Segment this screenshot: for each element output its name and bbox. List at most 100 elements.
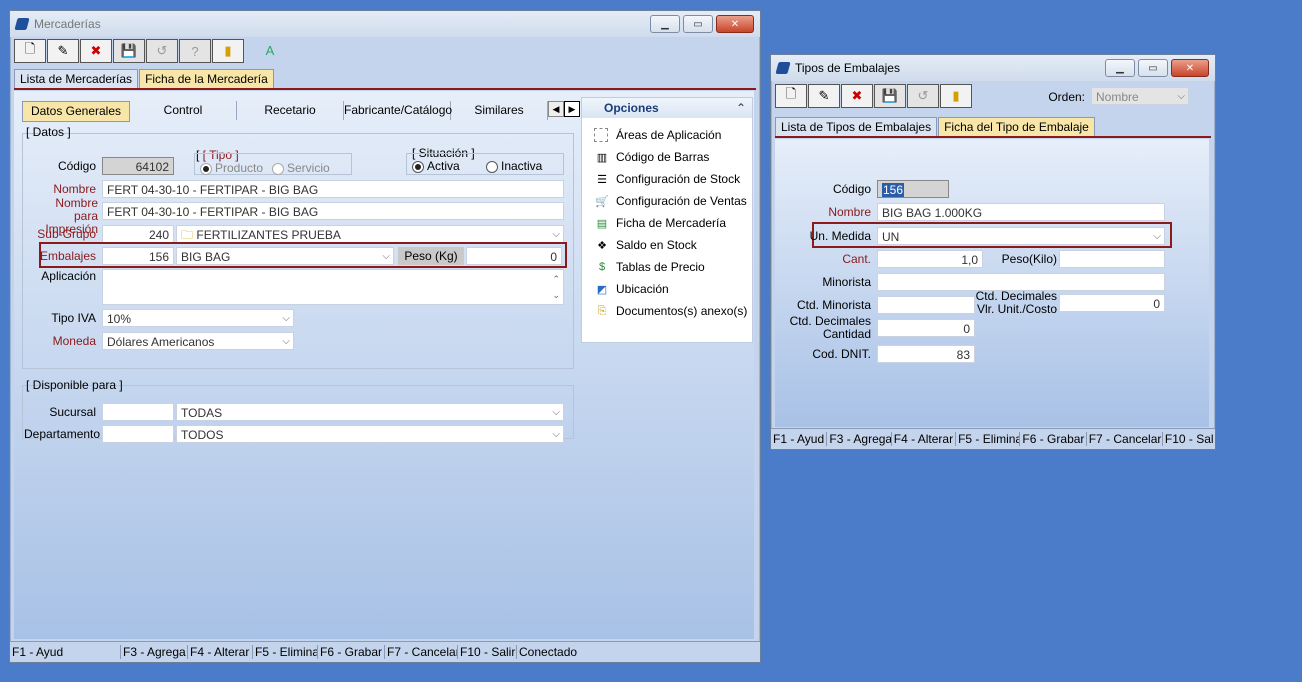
delete-icon[interactable]: ✖ bbox=[80, 39, 112, 63]
edit-document-icon[interactable]: ✎ bbox=[47, 39, 79, 63]
opcion-label: Ficha de Mercadería bbox=[616, 216, 727, 230]
aplicacion-textarea[interactable]: ⌃ ⌄ bbox=[102, 269, 564, 305]
embalajes-select[interactable]: BIG BAG ⌵ bbox=[176, 247, 394, 265]
situacion-activa-radio[interactable]: Activa bbox=[412, 159, 460, 173]
new-document-icon[interactable]: 🗋 bbox=[775, 84, 807, 108]
status-f6[interactable]: F6 - Grabar bbox=[1020, 432, 1087, 446]
status-f5[interactable]: F5 - Elimina bbox=[253, 645, 318, 659]
subgrupo-code-field[interactable]: 240 bbox=[102, 225, 174, 243]
tab-lista-tipos-embalajes[interactable]: Lista de Tipos de Embalajes bbox=[775, 117, 938, 138]
chevron-down-icon: ⌵ bbox=[282, 313, 290, 324]
save-icon[interactable]: 💾 bbox=[113, 39, 145, 63]
peso-kilo-field[interactable] bbox=[1059, 250, 1165, 268]
opcion-codigo-barras[interactable]: ▥ Código de Barras bbox=[582, 146, 752, 168]
tipo-iva-select[interactable]: 10% ⌵ bbox=[102, 309, 294, 327]
opcion-tablas-precio[interactable]: $ Tablas de Precio bbox=[582, 256, 752, 278]
undo-icon[interactable]: ↺ bbox=[907, 84, 939, 108]
status-f3[interactable]: F3 - Agrega bbox=[827, 432, 892, 446]
status-f10[interactable]: F10 - Sal bbox=[1163, 432, 1215, 446]
window-title: Tipos de Embalajes bbox=[795, 61, 900, 75]
status-f1[interactable]: F1 - Ayud bbox=[771, 432, 828, 446]
scroll-left-icon[interactable]: ◀ bbox=[548, 101, 564, 117]
ctd-decimales-vlr-field[interactable]: 0 bbox=[1059, 294, 1165, 312]
exit-door-icon[interactable]: ▮ bbox=[940, 84, 972, 108]
tab-datos-generales[interactable]: Datos Generales bbox=[22, 101, 130, 122]
embalajes-code-field[interactable]: 156 bbox=[102, 247, 174, 265]
nombre-field[interactable]: BIG BAG 1.000KG bbox=[877, 203, 1165, 221]
window-titlebar[interactable]: Mercaderías ▁ ▭ ✕ bbox=[10, 11, 760, 37]
collapse-icon[interactable]: ⌃ bbox=[736, 98, 746, 118]
status-f1[interactable]: F1 - Ayud bbox=[10, 645, 121, 659]
moneda-select[interactable]: Dólares Americanos ⌵ bbox=[102, 332, 294, 350]
status-f3[interactable]: F3 - Agrega bbox=[121, 645, 188, 659]
situacion-inactiva-radio[interactable]: Inactiva bbox=[486, 159, 542, 173]
tab-recetario[interactable]: Recetario bbox=[237, 101, 344, 120]
toolbar: 🗋 ✎ ✖ 💾 ↺ ▮ bbox=[775, 84, 972, 108]
opcion-areas-aplicacion[interactable]: Áreas de Aplicación bbox=[582, 124, 752, 146]
delete-icon[interactable]: ✖ bbox=[841, 84, 873, 108]
situacion-activa-label: Activa bbox=[427, 159, 460, 173]
codigo-field[interactable]: 156 bbox=[877, 180, 949, 198]
ctd-minorista-field[interactable] bbox=[877, 296, 975, 314]
opciones-panel: Opciones ⌃ Áreas de Aplicación ▥ Código d… bbox=[581, 97, 753, 343]
scroll-right-icon[interactable]: ▶ bbox=[564, 101, 580, 117]
unmedida-value: UN bbox=[882, 230, 900, 244]
close-button[interactable]: ✕ bbox=[1171, 59, 1209, 77]
orden-select[interactable]: Nombre ⌵ bbox=[1091, 87, 1189, 105]
status-f4[interactable]: F4 - Alterar bbox=[892, 432, 957, 446]
app-logo-icon bbox=[14, 18, 30, 30]
unmedida-select[interactable]: UN ⌵ bbox=[877, 227, 1165, 245]
tipo-servicio-radio[interactable]: Servicio bbox=[272, 161, 330, 175]
cant-field[interactable]: 1,0 bbox=[877, 250, 983, 268]
spellcheck-icon[interactable]: A bbox=[255, 39, 285, 61]
opcion-config-ventas[interactable]: 🛒 Configuración de Ventas bbox=[582, 190, 752, 212]
tab-control[interactable]: Control bbox=[130, 101, 237, 120]
window-titlebar[interactable]: Tipos de Embalajes ▁ ▭ ✕ bbox=[771, 55, 1215, 81]
departamento-code-field[interactable] bbox=[102, 425, 174, 443]
status-f6[interactable]: F6 - Grabar bbox=[318, 645, 385, 659]
close-button[interactable]: ✕ bbox=[716, 15, 754, 33]
nombre-impresion-field[interactable]: FERT 04-30-10 - FERTIPAR - BIG BAG bbox=[102, 202, 564, 220]
codigo-field[interactable]: 64102 bbox=[102, 157, 174, 175]
status-f7[interactable]: F7 - Cancelar bbox=[385, 645, 458, 659]
scroll-down-icon[interactable]: ⌄ bbox=[552, 286, 560, 304]
status-f10[interactable]: F10 - Salir bbox=[458, 645, 517, 659]
opcion-label: Configuración de Ventas bbox=[616, 194, 747, 208]
money-icon: $ bbox=[598, 261, 606, 273]
opciones-header[interactable]: Opciones ⌃ bbox=[582, 98, 752, 118]
tab-similares[interactable]: Similares bbox=[451, 101, 548, 120]
opcion-ubicacion[interactable]: ◩ Ubicación bbox=[582, 278, 752, 300]
cod-dnit-field[interactable]: 83 bbox=[877, 345, 975, 363]
new-document-icon[interactable]: 🗋 bbox=[14, 39, 46, 63]
maximize-button[interactable]: ▭ bbox=[1138, 59, 1168, 77]
tipo-producto-radio[interactable]: Producto bbox=[200, 161, 263, 175]
status-f4[interactable]: F4 - Alterar bbox=[188, 645, 253, 659]
undo-icon[interactable]: ↺ bbox=[146, 39, 178, 63]
tab-lista-mercaderias[interactable]: Lista de Mercaderías bbox=[14, 69, 139, 90]
sucursal-code-field[interactable] bbox=[102, 403, 174, 421]
nombre-field[interactable]: FERT 04-30-10 - FERTIPAR - BIG BAG bbox=[102, 180, 564, 198]
tab-ficha-tipo-embalaje[interactable]: Ficha del Tipo de Embalaje bbox=[938, 117, 1095, 138]
sucursal-select[interactable]: TODAS ⌵ bbox=[176, 403, 564, 421]
departamento-value: TODOS bbox=[181, 428, 224, 442]
minimize-button[interactable]: ▁ bbox=[650, 15, 680, 33]
tab-ficha-mercaderia[interactable]: Ficha de la Mercadería bbox=[139, 69, 274, 90]
minimize-button[interactable]: ▁ bbox=[1105, 59, 1135, 77]
departamento-select[interactable]: TODOS ⌵ bbox=[176, 425, 564, 443]
status-f5[interactable]: F5 - Elimina bbox=[956, 432, 1021, 446]
opcion-documentos[interactable]: ⎘ Documentos(s) anexo(s) bbox=[582, 300, 752, 322]
edit-document-icon[interactable]: ✎ bbox=[808, 84, 840, 108]
maximize-button[interactable]: ▭ bbox=[683, 15, 713, 33]
save-icon[interactable]: 💾 bbox=[874, 84, 906, 108]
sucursal-value: TODAS bbox=[181, 406, 223, 420]
exit-door-icon[interactable]: ▮ bbox=[212, 39, 244, 63]
opcion-saldo-stock[interactable]: ❖ Saldo en Stock bbox=[582, 234, 752, 256]
subgrupo-select[interactable]: 🗀 FERTILIZANTES PRUEBA ⌵ bbox=[176, 225, 564, 243]
help-icon[interactable]: ? bbox=[179, 39, 211, 63]
opcion-ficha-mercaderia[interactable]: ▤ Ficha de Mercadería bbox=[582, 212, 752, 234]
tab-fabricante-catalogo[interactable]: Fabricante/Catálogo bbox=[344, 101, 452, 120]
peso-field[interactable]: 0 bbox=[466, 247, 562, 265]
opcion-config-stock[interactable]: ☰ Configuración de Stock bbox=[582, 168, 752, 190]
ctd-decimales-cantidad-field[interactable]: 0 bbox=[877, 319, 975, 337]
status-f7[interactable]: F7 - Cancelar bbox=[1087, 432, 1163, 446]
